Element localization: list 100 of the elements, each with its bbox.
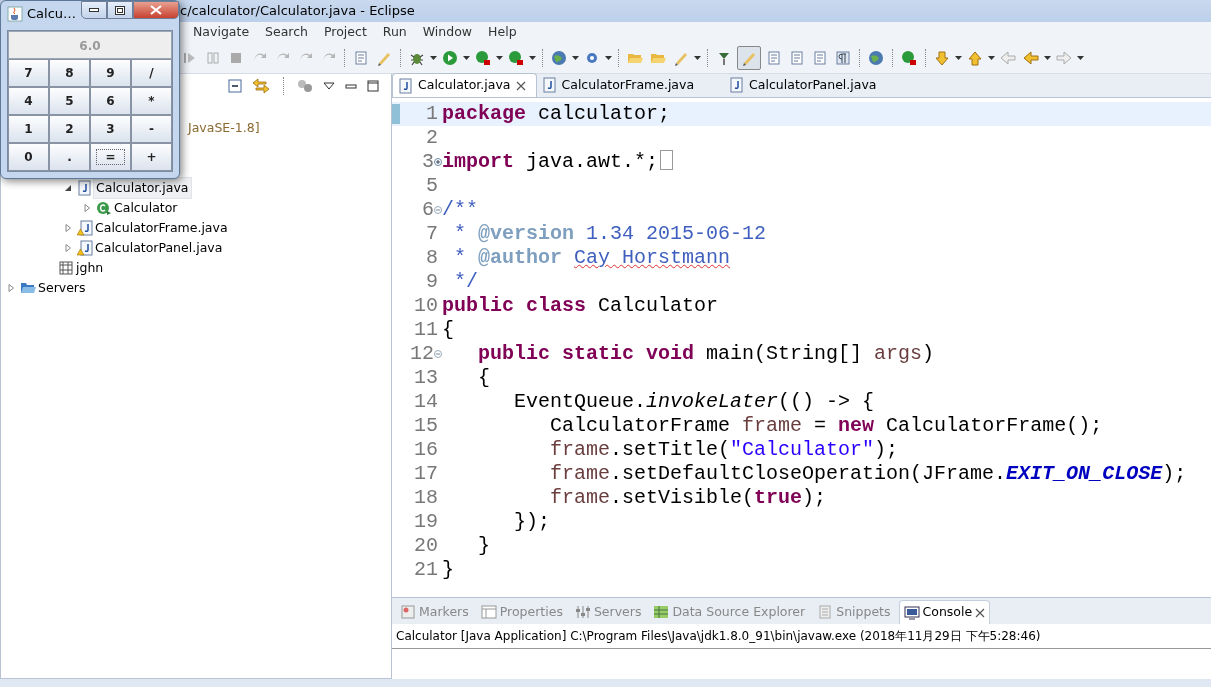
console-icon — [903, 604, 920, 621]
code-line: } — [477, 534, 490, 558]
minimize-icon — [89, 8, 99, 12]
pilcrow-icon[interactable] — [835, 49, 851, 66]
menu-item[interactable]: Help — [481, 22, 524, 42]
dropdown-arrow-icon[interactable] — [496, 55, 503, 60]
dropdown-arrow-icon[interactable] — [572, 55, 579, 60]
dropdown-arrow-icon[interactable] — [988, 55, 995, 60]
console-header: Calculator [Java Application] C:\Program Files\Java\jdk1.8.0_91\bin\javaw.exe (2018年11月29日 下午5:28:46) — [392, 624, 1211, 649]
minimize-button[interactable] — [81, 1, 107, 19]
tree-item[interactable]: Servers — [36, 278, 88, 298]
line-number: 3 — [421, 150, 434, 174]
line-number: 12 — [409, 342, 434, 366]
maximize-icon[interactable] — [367, 80, 379, 92]
code-line: public class Calculator — [442, 294, 719, 318]
globe-icon[interactable] — [551, 49, 567, 66]
tree-item[interactable]: CalculatorFrame.java — [93, 218, 230, 238]
code-line: { — [477, 366, 490, 390]
expanded-arrow-icon[interactable] — [63, 184, 72, 192]
panel-tab[interactable]: Console — [898, 600, 991, 624]
key-button[interactable]: 3 — [90, 115, 131, 143]
play-icon[interactable] — [442, 49, 458, 66]
code-line: * @version 1.34 2015-06-12 — [453, 222, 767, 246]
display-field: 6.0 — [8, 31, 172, 59]
collapsed-arrow-icon[interactable] — [6, 284, 15, 292]
globe-icon[interactable] — [868, 49, 884, 66]
key-button[interactable]: 9 — [90, 59, 131, 87]
collapsed-arrow-icon[interactable] — [63, 244, 72, 252]
key-button[interactable]: / — [131, 59, 172, 87]
close-icon[interactable] — [515, 80, 526, 91]
editor-tab[interactable]: CalculatorPanel.java — [724, 73, 887, 97]
line-number: 9 — [425, 270, 438, 294]
key-button[interactable]: = — [90, 143, 131, 171]
collapsed-arrow-icon[interactable] — [82, 204, 91, 212]
code-line: */ — [453, 270, 478, 294]
run-icon[interactable] — [508, 49, 524, 66]
java-file-warning-icon — [77, 220, 93, 236]
properties-icon — [480, 604, 497, 620]
dropdown-arrow-icon[interactable] — [430, 55, 437, 60]
key-button[interactable]: 0 — [8, 143, 49, 171]
tree-item[interactable]: jghn — [74, 258, 106, 278]
key-button[interactable]: 5 — [49, 87, 90, 115]
dropdown-arrow-icon[interactable] — [529, 55, 536, 60]
java-file-icon — [542, 77, 557, 93]
menu-item[interactable]: Run — [375, 22, 414, 42]
line-number: 10 — [413, 294, 438, 318]
close-icon[interactable] — [975, 607, 986, 618]
code-line: EventQueue.invokeLater(() -> { — [513, 390, 875, 414]
dropdown-arrow-icon[interactable] — [1077, 55, 1084, 60]
run-icon[interactable] — [475, 49, 491, 66]
close-button[interactable] — [133, 1, 179, 19]
dropdown-arrow-icon[interactable] — [605, 55, 612, 60]
editor-tab[interactable]: CalculatorFrame.java — [536, 73, 705, 97]
link-arrows-icon[interactable] — [252, 78, 270, 94]
dropdown-arrow-icon[interactable] — [1044, 55, 1051, 60]
run-icon[interactable] — [901, 49, 917, 66]
back-arrow-icon[interactable] — [1023, 49, 1039, 66]
database-icon — [653, 604, 670, 620]
package-icon — [58, 260, 74, 276]
view-menu-icon[interactable] — [323, 82, 335, 90]
key-button[interactable]: 2 — [49, 115, 90, 143]
key-button[interactable]: 7 — [8, 59, 49, 87]
key-button[interactable]: 1 — [8, 115, 49, 143]
maximize-icon — [115, 5, 125, 15]
dropdown-arrow-icon[interactable] — [463, 55, 470, 60]
key-button[interactable]: 4 — [8, 87, 49, 115]
code-line: frame.setDefaultCloseOperation(JFrame.EXIT_ON_CLOSE); — [549, 462, 1187, 486]
line-number: 1 — [425, 102, 438, 126]
markers-icon — [400, 604, 416, 620]
occurrence-marker-icon — [392, 104, 400, 124]
up-arrow-icon[interactable] — [967, 49, 983, 66]
code-line: /** — [442, 198, 478, 222]
dropdown-arrow-icon[interactable] — [694, 55, 701, 60]
key-button[interactable]: + — [131, 143, 172, 171]
key-button[interactable]: 6 — [90, 87, 131, 115]
expand-fold-icon[interactable] — [434, 158, 442, 166]
editor-tab[interactable]: Calculator.java — [392, 73, 537, 97]
down-arrow-icon[interactable] — [934, 49, 950, 66]
dropdown-arrow-icon[interactable] — [955, 55, 962, 60]
tree-item[interactable]: Calculator.java — [93, 177, 192, 199]
code-line: import java.awt.*; — [442, 150, 659, 174]
line-number: 6 — [421, 198, 434, 222]
maximize-button[interactable] — [107, 1, 133, 19]
key-button[interactable]: . — [49, 143, 90, 171]
tree-item[interactable]: Calculator — [112, 198, 180, 218]
menu-item[interactable]: Project — [317, 22, 374, 42]
menu-item[interactable]: Navigate — [186, 22, 257, 42]
menu-item[interactable]: Search — [258, 22, 316, 42]
line-number: 19 — [413, 510, 438, 534]
key-button[interactable]: 8 — [49, 59, 90, 87]
collapse-all-icon[interactable] — [228, 79, 242, 93]
tree-item[interactable]: JavaSE-1.8] — [186, 118, 262, 138]
line-number: 14 — [413, 390, 438, 414]
collapsed-arrow-icon[interactable] — [63, 224, 72, 232]
menu-item[interactable]: Window — [415, 22, 480, 42]
key-button[interactable]: * — [131, 87, 172, 115]
folded-code-marker[interactable] — [660, 150, 674, 170]
tree-item[interactable]: CalculatorPanel.java — [93, 238, 225, 258]
key-button[interactable]: - — [131, 115, 172, 143]
java-cup-icon — [7, 6, 23, 22]
